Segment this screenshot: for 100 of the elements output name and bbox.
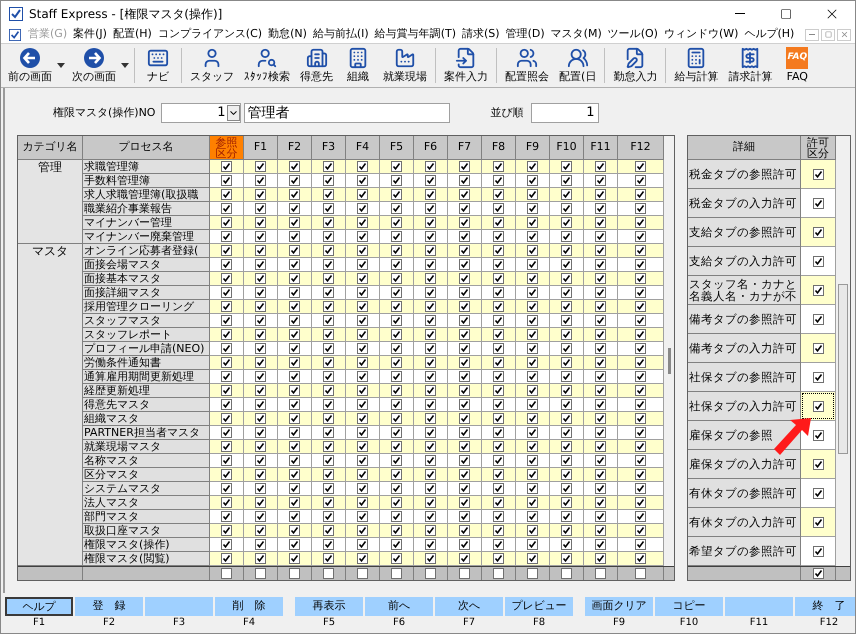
menu-item[interactable]: 給与賞与年調(T) (372, 26, 460, 43)
table-cell: 面接基本マスタ (83, 272, 210, 286)
column-header: F8 (482, 136, 516, 160)
key-label: F5 (322, 616, 336, 630)
key-label: F1 (32, 616, 46, 630)
table-cell: 手数料管理簿 (83, 174, 210, 188)
toolbar-button[interactable]: ナビ (138, 44, 178, 87)
menu-item[interactable]: 管理(D) (502, 26, 548, 43)
toolbar-button[interactable]: 配置照会 (500, 44, 554, 87)
table-cell: 税金タブの参照許可 (688, 160, 801, 189)
column-header: F3 (312, 136, 346, 160)
column-header: F5 (380, 136, 414, 160)
table-cell: 面接詳細マスタ (83, 286, 210, 300)
toolbar-button[interactable]: 組織 (338, 44, 378, 87)
table-cell: 支給タブの参照許可 (688, 218, 801, 247)
table-cell: スタッフマスタ (83, 314, 210, 328)
menu-item[interactable]: 配置(H) (110, 26, 155, 43)
column-header: 参照区分 (210, 136, 244, 160)
table-cell: 備考タブの参照許可 (688, 305, 801, 334)
key-label: F7 (462, 616, 476, 630)
table-cell: 得意先マスタ (83, 398, 210, 412)
column-header: F10 (550, 136, 584, 160)
table-cell: 有休タブの入力許可 (688, 508, 801, 537)
column-header: 許可区分 (801, 136, 836, 160)
key-label: F3 (172, 616, 186, 630)
table-cell: 雇保タブの入力許可 (688, 450, 801, 479)
function-key-button[interactable]: ヘルプ (5, 597, 73, 616)
function-key-button[interactable]: 再表示 (295, 597, 363, 616)
toolbar-button[interactable]: 勤怠入力 (608, 44, 662, 87)
menu-item[interactable]: コンプライアンス(C) (154, 26, 266, 43)
table-cell: オンライン応募者登録( (83, 244, 210, 258)
column-header: F11 (584, 136, 618, 160)
table-cell: 社保タブの参照許可 (688, 363, 801, 392)
table-cell: 面接会場マスタ (83, 258, 210, 272)
column-header: F1 (244, 136, 278, 160)
toolbar-button[interactable]: 案件入力 (439, 44, 493, 87)
toolbar-button[interactable]: 給与計算 (669, 44, 724, 87)
category-cell: 管理 (18, 160, 83, 244)
function-key-button[interactable]: 前へ (365, 597, 433, 616)
table-cell: 社保タブの入力許可 (688, 392, 801, 421)
menu-item[interactable]: マスタ(M) (548, 26, 605, 43)
column-header: カテゴリ名 (18, 136, 83, 160)
table-cell: 名称マスタ (83, 454, 210, 468)
table-cell: スタッフ名・カナと名義人名・カナが不 (688, 276, 801, 305)
function-key-button[interactable]: 画面クリア (585, 597, 653, 616)
toolbar-button[interactable]: FAQ FAQ (777, 44, 818, 87)
function-key-button[interactable]: 登 録 (75, 597, 143, 616)
window-title: Staff Express - [権限マスタ(操作)] (29, 6, 222, 22)
table-cell: 通算雇用期間更新処理 (83, 370, 210, 384)
table-cell: 労働条件通知書 (83, 356, 210, 370)
toolbar-button[interactable]: 得意先 (295, 44, 338, 87)
toolbar-button[interactable]: スタッフ (185, 44, 239, 87)
function-key-button[interactable]: 次へ (435, 597, 503, 616)
function-key-button[interactable]: コピー (655, 597, 723, 616)
key-label: F12 (820, 616, 838, 630)
name-field[interactable]: 管理者 (244, 103, 450, 123)
toolbar-button[interactable]: 次の画面 (67, 44, 121, 87)
key-label: F9 (612, 616, 626, 630)
key-label: F11 (750, 616, 768, 630)
key-label: F2 (102, 616, 116, 630)
toolbar-button[interactable]: 配置(日 (554, 44, 602, 87)
table-cell: 雇保タブの参照 (688, 421, 801, 450)
menu-item[interactable]: 案件(J) (70, 26, 110, 43)
toolbar-button[interactable]: 就業現場 (378, 44, 432, 87)
table-cell: 有休タブの参照許可 (688, 479, 801, 508)
key-label: F8 (532, 616, 546, 630)
table-cell: スタッフレポート (83, 328, 210, 342)
table-cell: システムマスタ (83, 482, 210, 496)
column-header: F12 (618, 136, 664, 160)
menu-item[interactable]: ヘルプ(H) (741, 26, 798, 43)
function-key-button[interactable]: 削 除 (215, 597, 283, 616)
column-header: F4 (346, 136, 380, 160)
function-key-button[interactable]: 終 了 (795, 597, 855, 616)
table-cell: 権限マスタ(操作) (83, 538, 210, 552)
menu-item[interactable]: 給与前払(I) (310, 26, 372, 43)
number-dropdown[interactable]: 1 (161, 103, 242, 123)
toolbar-button[interactable]: 請求計算 (723, 44, 778, 87)
table-cell: 備考タブの入力許可 (688, 334, 801, 363)
table-cell: マイナンバー管理 (83, 216, 210, 230)
table-cell: 部門マスタ (83, 510, 210, 524)
faq-icon: FAQ (786, 47, 808, 69)
table-cell: 法人マスタ (83, 496, 210, 510)
key-label: F4 (242, 616, 256, 630)
menu-item[interactable]: 請求(S) (459, 26, 503, 43)
column-header: F6 (414, 136, 448, 160)
table-cell: 経歴更新処理 (83, 384, 210, 398)
toolbar-button[interactable]: ｽﾀｯﾌ検索 (239, 44, 295, 87)
function-key-button[interactable]: プレビュー (505, 597, 573, 616)
column-header: F7 (448, 136, 482, 160)
key-label: F10 (680, 616, 698, 630)
order-field[interactable]: 1 (531, 103, 600, 123)
toolbar-button[interactable]: 前の画面 (3, 44, 57, 87)
menu-item[interactable]: ウィンドウ(W) (660, 26, 742, 43)
menu-item[interactable]: ツール(O) (604, 26, 661, 43)
column-header: 詳細 (688, 136, 801, 160)
table-cell: 就業現場マスタ (83, 440, 210, 454)
table-cell: 求人求職管理簿(取扱職 (83, 188, 210, 202)
menu-item[interactable]: 勤怠(N) (265, 26, 310, 43)
table-cell: 税金タブの入力許可 (688, 189, 801, 218)
table-cell: 求職管理簿 (83, 160, 210, 174)
